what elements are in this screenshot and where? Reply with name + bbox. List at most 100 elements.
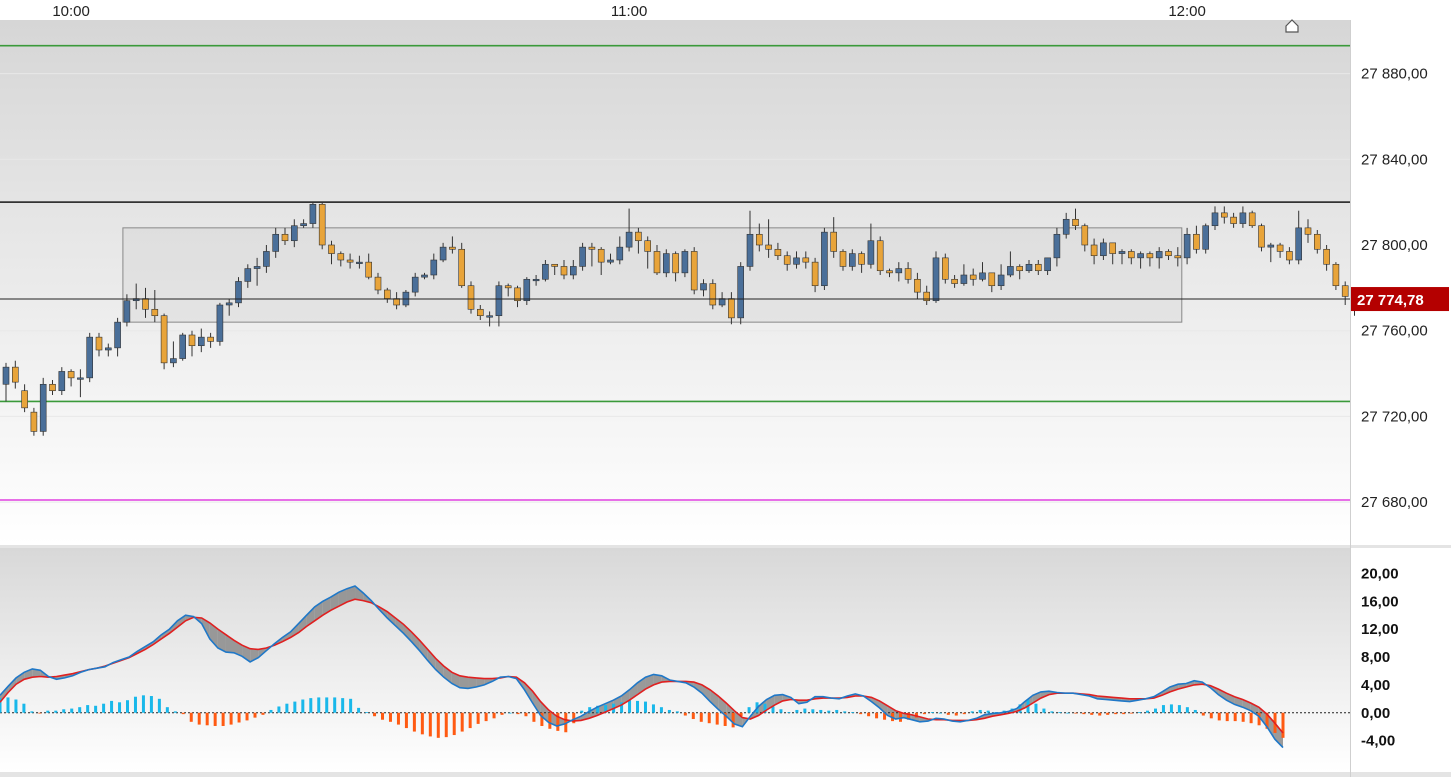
candle[interactable] xyxy=(681,249,689,278)
histogram-bar xyxy=(827,710,831,713)
candle-body xyxy=(421,274,428,278)
histogram-bar xyxy=(1177,705,1181,713)
candle-body xyxy=(207,336,214,342)
candle-body xyxy=(272,233,280,252)
histogram-bar xyxy=(452,712,456,736)
candle[interactable] xyxy=(467,281,475,314)
histogram-bar xyxy=(349,698,353,713)
histogram-bar xyxy=(54,710,58,713)
candle-body xyxy=(709,283,717,306)
candle-body xyxy=(30,411,38,432)
histogram-bar xyxy=(118,702,122,713)
candle-body xyxy=(1332,263,1340,287)
candle-body xyxy=(337,253,345,261)
candle-body xyxy=(755,233,763,246)
candle-body xyxy=(997,274,1005,287)
candle[interactable] xyxy=(318,202,326,250)
histogram-bar xyxy=(819,709,823,713)
candle[interactable] xyxy=(179,332,186,361)
histogram-bar xyxy=(205,712,209,726)
histogram-bar xyxy=(779,709,783,713)
histogram-bar xyxy=(859,712,863,715)
candle-body xyxy=(449,246,456,250)
histogram-bar xyxy=(1082,712,1086,715)
candle-body xyxy=(914,278,921,293)
histogram-bar xyxy=(628,700,632,713)
trading-chart[interactable]: 27 880,00 27 840,00 27 800,00 27 760,00 27 7… xyxy=(0,0,1451,777)
candle-body xyxy=(225,302,233,306)
histogram-bar xyxy=(659,707,663,713)
candle-body xyxy=(235,281,242,304)
histogram-bar xyxy=(1066,712,1070,714)
histogram-bar xyxy=(253,712,257,718)
macd-tick-label: 20,00 xyxy=(1361,565,1399,582)
histogram-bar xyxy=(396,712,400,725)
candle[interactable] xyxy=(690,247,698,295)
candle[interactable] xyxy=(579,242,586,271)
histogram-bar xyxy=(110,700,114,713)
candle-body xyxy=(21,390,28,409)
candle-body xyxy=(12,366,19,383)
histogram-bar xyxy=(683,712,687,716)
histogram-bar xyxy=(787,712,791,713)
candle-body xyxy=(1193,233,1200,250)
candle[interactable] xyxy=(662,249,670,278)
candle[interactable] xyxy=(709,279,717,310)
histogram-bar xyxy=(811,709,815,713)
candle[interactable] xyxy=(30,407,38,436)
candle[interactable] xyxy=(58,367,66,395)
histogram-bar xyxy=(388,712,392,722)
histogram-bar xyxy=(651,704,655,713)
candle[interactable] xyxy=(216,302,224,346)
candle-body xyxy=(728,298,735,319)
candle-body xyxy=(904,268,912,280)
candle-body xyxy=(1304,227,1312,235)
histogram-bar xyxy=(1169,704,1173,713)
candle[interactable] xyxy=(86,332,93,383)
candle[interactable] xyxy=(523,277,531,305)
consolidation-range-box[interactable] xyxy=(122,227,1183,323)
candle-body xyxy=(1007,266,1014,276)
panel-separator xyxy=(0,545,1451,548)
histogram-bar xyxy=(580,710,584,713)
candle-body xyxy=(960,274,968,284)
histogram-bar xyxy=(102,703,106,713)
candle-body xyxy=(542,263,549,280)
candle[interactable] xyxy=(821,227,828,290)
histogram-bar xyxy=(30,711,34,713)
candle-body xyxy=(774,248,782,257)
candle[interactable] xyxy=(932,251,940,303)
time-tick-label: 12:00 xyxy=(1168,3,1206,20)
candle-body xyxy=(39,383,47,432)
candle-body xyxy=(941,257,949,280)
candle-body xyxy=(821,231,828,287)
histogram-bar xyxy=(675,711,679,713)
histogram-bar xyxy=(747,707,751,713)
histogram-bar xyxy=(1233,712,1237,722)
candle[interactable] xyxy=(1258,223,1265,252)
candle[interactable] xyxy=(235,277,242,308)
time-tick-label: 11:00 xyxy=(611,3,647,20)
histogram-bar xyxy=(1241,712,1245,722)
candle[interactable] xyxy=(876,236,884,275)
candle-body xyxy=(588,246,596,250)
histogram-bar xyxy=(1074,712,1078,714)
candle[interactable] xyxy=(160,313,168,370)
histogram-bar xyxy=(946,712,950,715)
macd-tick-label: 8,00 xyxy=(1361,649,1390,666)
candle-body xyxy=(179,334,186,359)
candle-body xyxy=(579,246,586,267)
candle-body xyxy=(188,334,196,347)
histogram-bar xyxy=(269,709,273,713)
candle[interactable] xyxy=(1248,210,1256,228)
candle[interactable] xyxy=(458,242,466,288)
candle[interactable] xyxy=(941,253,949,284)
candle[interactable] xyxy=(39,377,47,436)
candle[interactable] xyxy=(1332,262,1340,290)
candle-body xyxy=(67,371,75,379)
candle[interactable] xyxy=(1202,223,1209,254)
candle-body xyxy=(932,257,940,302)
candle-body xyxy=(1146,253,1154,259)
candle-body xyxy=(1276,244,1284,252)
candle[interactable] xyxy=(737,262,745,325)
